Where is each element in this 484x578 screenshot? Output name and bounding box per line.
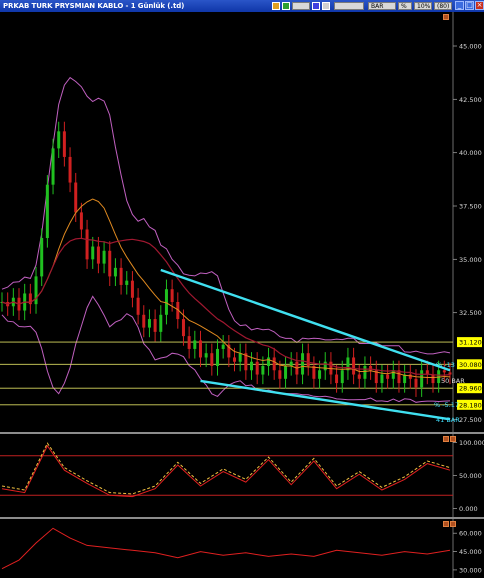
price-candle-body bbox=[233, 357, 237, 362]
price-candle-body bbox=[340, 370, 344, 384]
oscillator-2-panel: 60.000 45.000 30.000 bbox=[1, 527, 482, 574]
price-candle-body bbox=[204, 353, 208, 358]
price-candle-body bbox=[62, 131, 66, 157]
osc2-series-line bbox=[1, 527, 451, 570]
osc2-settings-icon[interactable] bbox=[443, 521, 449, 527]
price-candle-body bbox=[255, 361, 259, 375]
price-candle-body bbox=[250, 361, 254, 371]
price-candle-body bbox=[238, 353, 242, 362]
price-candle-body bbox=[136, 297, 140, 315]
price-candle-body bbox=[51, 148, 55, 185]
price-ytick-label: 35.000 bbox=[459, 256, 482, 264]
price-candle-body bbox=[45, 184, 49, 238]
price-candle-body bbox=[442, 370, 446, 373]
price-candle-body bbox=[125, 280, 129, 285]
price-candle-body bbox=[357, 374, 361, 379]
osc1-settings-icon[interactable] bbox=[443, 436, 449, 442]
price-candle-body bbox=[414, 378, 418, 388]
oscillator-1-panel: 100.000 50.000 0.000 bbox=[0, 439, 484, 513]
price-candle-body bbox=[57, 131, 61, 149]
price-candle-body bbox=[221, 344, 225, 349]
price-candle-body bbox=[198, 340, 202, 358]
price-candle-body bbox=[119, 267, 123, 285]
osc2-ytick-label: 60.000 bbox=[459, 530, 482, 538]
price-candle-body bbox=[408, 374, 412, 379]
price-candle-body bbox=[323, 361, 327, 371]
price-candle-body bbox=[420, 370, 424, 388]
price-candle-body bbox=[301, 353, 305, 375]
price-candle-body bbox=[181, 319, 185, 337]
upper-trend-pct: % -13 bbox=[436, 361, 455, 369]
price-candle-body bbox=[91, 246, 95, 260]
price-candle-body bbox=[96, 246, 100, 264]
price-candle-body bbox=[102, 250, 106, 264]
price-ytick-label: 32.500 bbox=[459, 309, 482, 317]
upper-trend-bars: 50 BAR bbox=[441, 377, 465, 385]
osc1-close-icon[interactable] bbox=[450, 436, 456, 442]
price-candle-body bbox=[386, 374, 390, 379]
osc1-ytick-label: 0.000 bbox=[459, 505, 478, 513]
osc2-close-icon[interactable] bbox=[450, 521, 456, 527]
price-candle-body bbox=[215, 348, 219, 366]
price-candle-body bbox=[267, 357, 271, 366]
price-ytick-label: 42.500 bbox=[459, 96, 482, 104]
price-candle-body bbox=[346, 357, 350, 371]
osc1-ytick-label: 50.000 bbox=[459, 472, 482, 480]
price-ytick-label: 40.000 bbox=[459, 149, 482, 157]
level-label: 28.960 bbox=[459, 385, 482, 393]
osc1-ytick-label: 100.000 bbox=[459, 439, 484, 447]
price-candle-body bbox=[153, 319, 157, 332]
price-candle-body bbox=[318, 370, 322, 379]
price-candle-body bbox=[79, 212, 83, 230]
price-candle-body bbox=[170, 289, 174, 302]
price-candle-body bbox=[187, 336, 191, 349]
price-ytick-label: 37.500 bbox=[459, 203, 482, 211]
price-ytick-label: 27.500 bbox=[459, 416, 482, 424]
osc2-ytick-label: 30.000 bbox=[459, 566, 482, 574]
price-candle-body bbox=[193, 340, 197, 349]
price-candle-body bbox=[164, 289, 168, 315]
price-candle-body bbox=[85, 229, 89, 260]
price-candle-body bbox=[147, 319, 151, 328]
price-candle-body bbox=[68, 156, 72, 183]
price-panel bbox=[0, 12, 484, 432]
price-candle-body bbox=[284, 366, 288, 379]
price-candle-body bbox=[312, 366, 316, 379]
price-candle-body bbox=[306, 353, 310, 366]
price-candle-body bbox=[130, 280, 134, 298]
price-candle-body bbox=[391, 370, 395, 379]
level-label: 30.080 bbox=[459, 361, 482, 369]
price-candle-body bbox=[335, 374, 339, 384]
price-candle-body bbox=[210, 353, 214, 366]
price-candle-body bbox=[289, 361, 293, 366]
price-candle-body bbox=[352, 357, 356, 375]
price-candle-body bbox=[40, 238, 44, 277]
price-candle-body bbox=[261, 366, 265, 375]
price-candle-body bbox=[108, 250, 112, 277]
price-candle-body bbox=[278, 370, 282, 379]
osc1-series-line bbox=[1, 444, 451, 498]
price-candle-body bbox=[431, 374, 435, 384]
price-candle-body bbox=[363, 366, 367, 379]
panel-settings-icon[interactable] bbox=[443, 14, 449, 20]
price-candle-body bbox=[113, 267, 117, 277]
price-candle-body bbox=[380, 374, 384, 384]
price-candle-body bbox=[159, 314, 163, 332]
price-ytick-label: 45.000 bbox=[459, 43, 482, 51]
osc2-ytick-label: 45.000 bbox=[459, 548, 482, 556]
price-candle-body bbox=[272, 357, 276, 371]
chart-canvas[interactable]: 45.000 42.500 40.000 37.500 35.000 32.500 27.5… bbox=[0, 0, 484, 578]
price-candle-body bbox=[74, 182, 78, 213]
level-label: 28.180 bbox=[459, 401, 482, 409]
osc1-signal-line bbox=[1, 442, 451, 495]
level-label: 31.120 bbox=[459, 339, 482, 347]
price-candle-body bbox=[142, 314, 146, 328]
lower-trend-pct: % -5.17 bbox=[434, 401, 459, 409]
lower-trend-bars: 41 BAR bbox=[436, 416, 460, 424]
